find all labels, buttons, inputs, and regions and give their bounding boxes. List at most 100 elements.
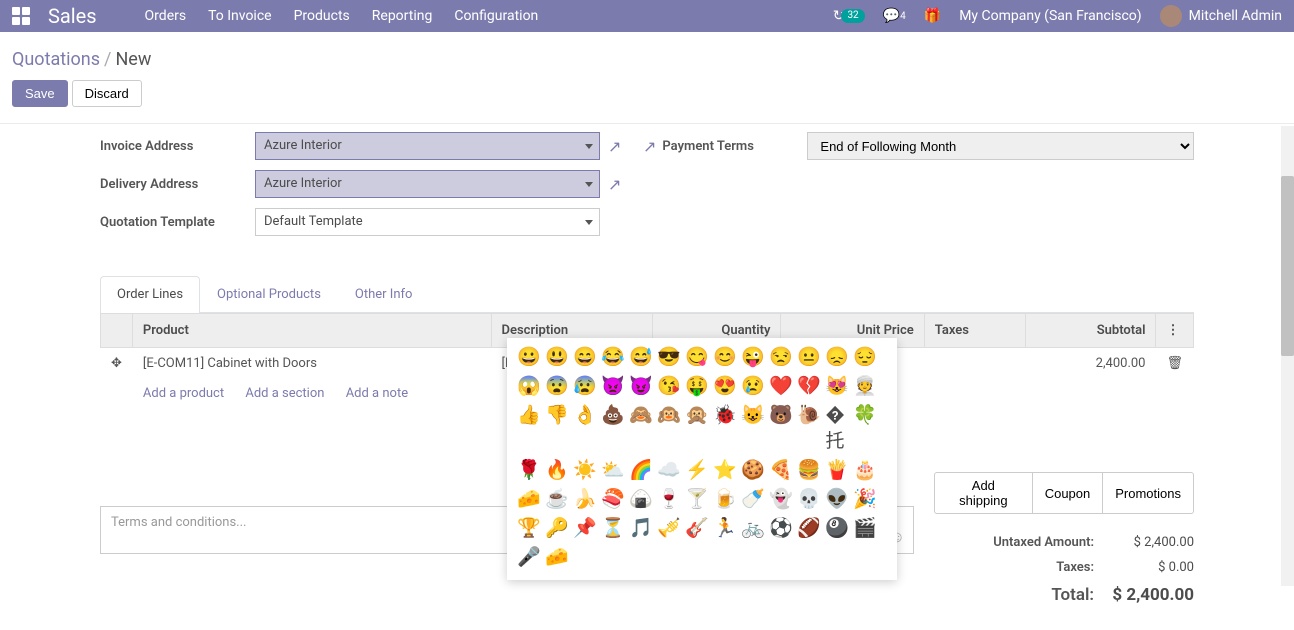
emoji-item[interactable]: 😺 [741, 402, 761, 454]
emoji-item[interactable]: 🍔 [797, 457, 817, 483]
emoji-item[interactable]: 😒 [769, 344, 789, 370]
emoji-item[interactable]: 💀 [797, 486, 817, 512]
activity-icon[interactable]: ↻32 [833, 8, 865, 24]
delete-row-icon[interactable]: 🗑 [1156, 348, 1194, 380]
user-menu[interactable]: Mitchell Admin [1160, 5, 1282, 27]
emoji-item[interactable]: 🎺 [657, 515, 677, 541]
emoji-item[interactable]: 😜 [741, 344, 761, 370]
emoji-item[interactable]: 🔑 [545, 515, 565, 541]
emoji-item[interactable]: 😔 [853, 344, 873, 370]
nav-orders[interactable]: Orders [145, 8, 187, 24]
emoji-item[interactable]: 👳 [853, 373, 873, 399]
emoji-item[interactable]: 🐌 [797, 402, 817, 454]
emoji-item[interactable]: 🍼 [741, 486, 761, 512]
coupon-button[interactable]: Coupon [1033, 472, 1104, 514]
emoji-item[interactable]: 😱 [517, 373, 537, 399]
emoji-item[interactable]: 🎬 [853, 515, 873, 541]
emoji-item[interactable]: 🐞 [713, 402, 733, 454]
emoji-item[interactable]: 😎 [657, 344, 677, 370]
emoji-item[interactable]: 😻 [825, 373, 845, 399]
add-note-link[interactable]: Add a note [346, 386, 408, 401]
tab-optional-products[interactable]: Optional Products [200, 276, 338, 312]
emoji-popup[interactable]: 😀😃😄😂😅😎😋😊😜😒😐😞😔😱😨😰👿😈😘🤑😍😢❤️💔😻👳👍👎👌💩🙈🙉🙊🐞😺🐻🐌�托… [507, 338, 897, 580]
emoji-item[interactable]: 😞 [825, 344, 845, 370]
invoice-address-external-link-icon[interactable]: ↗ [608, 137, 621, 156]
emoji-item[interactable]: 😐 [797, 344, 817, 370]
add-section-link[interactable]: Add a section [245, 386, 324, 401]
emoji-item[interactable]: 💔 [797, 373, 817, 399]
emoji-item[interactable]: 😋 [685, 344, 705, 370]
emoji-item[interactable]: 👍 [517, 402, 537, 454]
emoji-item[interactable]: 🏆 [517, 515, 537, 541]
emoji-item[interactable]: 🍀 [853, 402, 873, 454]
emoji-item[interactable]: ☕ [545, 486, 565, 512]
nav-products[interactable]: Products [294, 8, 350, 24]
emoji-item[interactable]: 🎸 [685, 515, 705, 541]
emoji-item[interactable]: 🍙 [629, 486, 649, 512]
emoji-item[interactable]: 😘 [657, 373, 677, 399]
nav-configuration[interactable]: Configuration [454, 8, 538, 24]
emoji-item[interactable]: 🎂 [853, 457, 873, 483]
emoji-item[interactable]: 🎵 [629, 515, 649, 541]
quotation-template-field[interactable]: Default Template [255, 208, 600, 236]
nav-to-invoice[interactable]: To Invoice [208, 8, 272, 24]
breadcrumb-root[interactable]: Quotations [12, 49, 100, 70]
emoji-item[interactable]: 🍌 [573, 486, 593, 512]
emoji-item[interactable]: 🙊 [685, 402, 705, 454]
emoji-item[interactable]: ⚽ [769, 515, 789, 541]
add-shipping-button[interactable]: Add shipping [934, 472, 1033, 514]
invoice-address-field[interactable]: Azure Interior [255, 132, 600, 160]
emoji-item[interactable]: 🎤 [517, 544, 537, 570]
add-product-link[interactable]: Add a product [143, 386, 224, 401]
tab-order-lines[interactable]: Order Lines [100, 276, 200, 313]
vertical-scrollbar[interactable] [1281, 126, 1294, 586]
emoji-item[interactable]: 🏃 [713, 515, 733, 541]
emoji-item[interactable]: ⏳ [601, 515, 621, 541]
emoji-item[interactable]: 🌹 [517, 457, 537, 483]
emoji-item[interactable]: 😨 [545, 373, 565, 399]
emoji-item[interactable]: ☁️ [657, 457, 677, 483]
emoji-item[interactable]: 🧀 [545, 544, 565, 570]
app-brand[interactable]: Sales [48, 4, 97, 28]
emoji-item[interactable]: 🍸 [685, 486, 705, 512]
emoji-item[interactable]: 😊 [713, 344, 733, 370]
emoji-item[interactable]: ☀️ [573, 457, 593, 483]
emoji-item[interactable]: 😈 [629, 373, 649, 399]
emoji-item[interactable]: 🍟 [825, 457, 845, 483]
emoji-item[interactable]: 😰 [573, 373, 593, 399]
emoji-item[interactable]: 📌 [573, 515, 593, 541]
emoji-item[interactable]: 🔥 [545, 457, 565, 483]
drag-handle-icon[interactable]: ✥ [101, 348, 133, 380]
emoji-item[interactable]: 😃 [545, 344, 565, 370]
save-button[interactable]: Save [12, 80, 68, 107]
emoji-item[interactable]: 🍺 [713, 486, 733, 512]
emoji-item[interactable]: 😢 [741, 373, 761, 399]
nav-reporting[interactable]: Reporting [372, 8, 433, 24]
promotions-button[interactable]: Promotions [1103, 472, 1194, 514]
emoji-item[interactable]: ⛅ [601, 457, 621, 483]
payment-terms-field[interactable]: End of Following Month [807, 132, 1194, 160]
emoji-item[interactable]: 💩 [601, 402, 621, 454]
emoji-item[interactable]: 🍷 [657, 486, 677, 512]
emoji-item[interactable]: 🚲 [741, 515, 761, 541]
discard-button[interactable]: Discard [72, 80, 142, 107]
emoji-item[interactable]: ⭐ [713, 457, 733, 483]
delivery-address-external-link-icon[interactable]: ↗ [608, 175, 621, 194]
payment-terms-external-link-icon[interactable]: ↗ [643, 137, 656, 156]
emoji-item[interactable]: 👌 [573, 402, 593, 454]
gift-icon[interactable]: 🎁 [924, 8, 941, 24]
emoji-item[interactable]: 👿 [601, 373, 621, 399]
emoji-item[interactable]: ❤️ [769, 373, 789, 399]
emoji-item[interactable]: 🐻 [769, 402, 789, 454]
emoji-item[interactable]: 🧀 [517, 486, 537, 512]
emoji-item[interactable]: 😄 [573, 344, 593, 370]
emoji-item[interactable]: 🎉 [853, 486, 873, 512]
tab-other-info[interactable]: Other Info [338, 276, 430, 312]
emoji-item[interactable]: 👎 [545, 402, 565, 454]
apps-icon[interactable] [12, 7, 30, 25]
delivery-address-field[interactable]: Azure Interior [255, 170, 600, 198]
cell-product[interactable]: [E-COM11] Cabinet with Doors [132, 348, 491, 380]
emoji-item[interactable]: 😅 [629, 344, 649, 370]
emoji-item[interactable]: 🍕 [769, 457, 789, 483]
emoji-item[interactable]: 👻 [769, 486, 789, 512]
